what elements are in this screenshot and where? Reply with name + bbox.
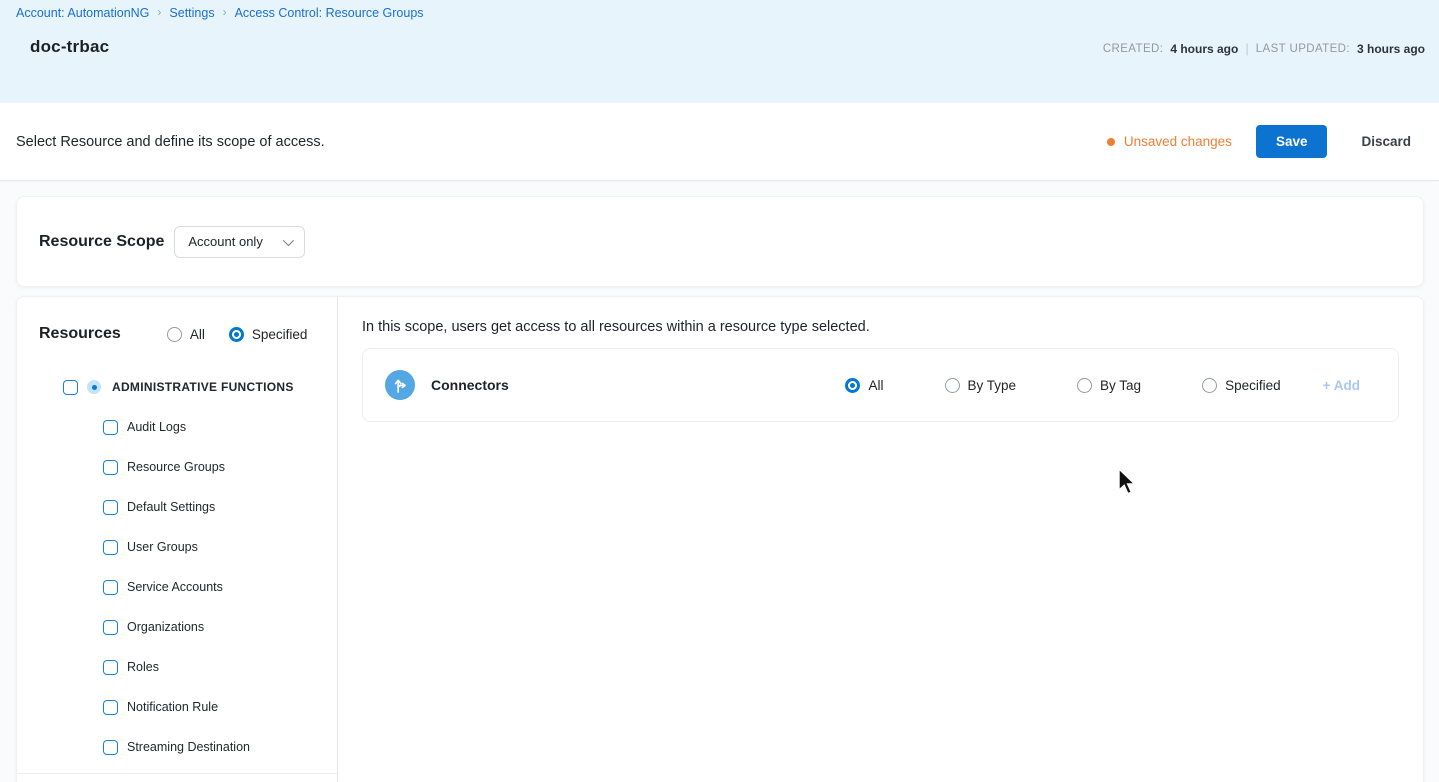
resources-sidebar: Resources All Specified ADMINISTRATIVE F… bbox=[17, 297, 338, 782]
page-header: Account: AutomationNG › Settings › Acces… bbox=[0, 0, 1439, 103]
connectors-scope-radios: All By Type By Tag Specified bbox=[845, 377, 1281, 393]
resource-item[interactable]: Service Accounts bbox=[17, 567, 337, 607]
radio-icon[interactable] bbox=[845, 377, 861, 393]
radio-icon[interactable] bbox=[1077, 377, 1093, 393]
unsaved-changes-badge: Unsaved changes bbox=[1106, 134, 1232, 149]
updated-label: LAST UPDATED: bbox=[1255, 42, 1350, 55]
breadcrumb-settings-link[interactable]: Settings bbox=[169, 6, 214, 20]
radio-icon[interactable] bbox=[944, 377, 960, 393]
item-checkbox[interactable] bbox=[103, 619, 118, 635]
breadcrumb-account-link[interactable]: Account: AutomationNG bbox=[16, 6, 149, 20]
item-checkbox[interactable] bbox=[103, 539, 118, 555]
breadcrumb-separator-icon: › bbox=[222, 5, 227, 19]
resources-specified-label: Specified bbox=[251, 326, 308, 342]
connectors-specified-radio[interactable]: Specified bbox=[1202, 377, 1281, 393]
unsaved-changes-label: Unsaved changes bbox=[1123, 134, 1232, 149]
resources-specified-radio[interactable]: Specified bbox=[228, 326, 308, 342]
save-button[interactable]: Save bbox=[1255, 125, 1328, 158]
breadcrumb-separator-icon: › bbox=[157, 5, 162, 19]
updated-value: 3 hours ago bbox=[1356, 41, 1425, 56]
unsaved-dot-icon bbox=[1106, 137, 1115, 146]
scope-panel: In this scope, users get access to all r… bbox=[338, 297, 1423, 782]
item-checkbox[interactable] bbox=[103, 499, 118, 515]
breadcrumb-current-link[interactable]: Access Control: Resource Groups bbox=[235, 6, 424, 20]
resource-group-header[interactable]: ADMINISTRATIVE FUNCTIONS bbox=[17, 367, 337, 407]
created-value: 4 hours ago bbox=[1170, 41, 1239, 56]
page-content: Resource Scope Account only Resources Al… bbox=[0, 181, 1439, 782]
radio-icon[interactable] bbox=[1202, 377, 1218, 393]
resource-type-tree: ADMINISTRATIVE FUNCTIONS Audit Logs Reso… bbox=[17, 343, 337, 774]
resources-title: Resources bbox=[39, 325, 121, 342]
toolbar-description: Select Resource and define its scope of … bbox=[16, 133, 325, 150]
connectors-by-tag-radio[interactable]: By Tag bbox=[1077, 377, 1141, 393]
created-label: CREATED: bbox=[1102, 42, 1164, 55]
breadcrumb: Account: AutomationNG › Settings › Acces… bbox=[16, 5, 1425, 20]
resources-all-label: All bbox=[189, 326, 205, 342]
resource-item[interactable]: Default Settings bbox=[17, 487, 337, 527]
discard-button[interactable]: Discard bbox=[1361, 134, 1411, 149]
item-checkbox[interactable] bbox=[103, 659, 118, 675]
chevron-down-icon bbox=[283, 234, 295, 246]
list-divider bbox=[17, 773, 337, 774]
group-checkbox[interactable] bbox=[63, 379, 78, 395]
action-toolbar: Select Resource and define its scope of … bbox=[0, 103, 1439, 181]
item-checkbox[interactable] bbox=[103, 579, 118, 595]
resources-card: Resources All Specified ADMINISTRATIVE F… bbox=[16, 296, 1424, 782]
radio-icon[interactable] bbox=[166, 326, 182, 342]
item-checkbox[interactable] bbox=[103, 459, 118, 475]
resource-item[interactable]: Resource Groups bbox=[17, 447, 337, 487]
item-checkbox[interactable] bbox=[103, 419, 118, 435]
connectors-row: Connectors All By Type By Tag Specified … bbox=[362, 348, 1399, 422]
resource-item[interactable]: Streaming Destination bbox=[17, 727, 337, 767]
resource-scope-title: Resource Scope bbox=[39, 232, 165, 250]
page-title: doc-trbac bbox=[30, 37, 110, 56]
group-label: ADMINISTRATIVE FUNCTIONS bbox=[112, 380, 294, 394]
resource-item[interactable]: Notification Rule bbox=[17, 687, 337, 727]
resource-item[interactable]: User Groups bbox=[17, 527, 337, 567]
group-badge-icon bbox=[87, 380, 101, 394]
resource-scope-dropdown-value: Account only bbox=[188, 234, 263, 249]
meta-separator: | bbox=[1245, 41, 1249, 56]
connectors-label: Connectors bbox=[431, 377, 509, 393]
resource-item[interactable]: Organizations bbox=[17, 607, 337, 647]
scope-description: In this scope, users get access to all r… bbox=[362, 319, 870, 335]
timestamps: CREATED: 4 hours ago | LAST UPDATED: 3 h… bbox=[1103, 41, 1425, 57]
resource-item[interactable]: Roles bbox=[17, 647, 337, 687]
add-button[interactable]: + Add bbox=[1323, 378, 1360, 393]
connectors-icon bbox=[385, 370, 415, 400]
connectors-by-type-radio[interactable]: By Type bbox=[944, 377, 1016, 393]
radio-icon[interactable] bbox=[228, 326, 244, 342]
item-checkbox[interactable] bbox=[103, 699, 118, 715]
resources-all-radio[interactable]: All bbox=[166, 326, 205, 342]
connectors-all-radio[interactable]: All bbox=[845, 377, 884, 393]
resource-scope-dropdown[interactable]: Account only bbox=[174, 225, 306, 258]
resource-scope-card: Resource Scope Account only bbox=[16, 196, 1424, 287]
resource-item[interactable]: Audit Logs bbox=[17, 407, 337, 447]
item-checkbox[interactable] bbox=[103, 739, 118, 755]
